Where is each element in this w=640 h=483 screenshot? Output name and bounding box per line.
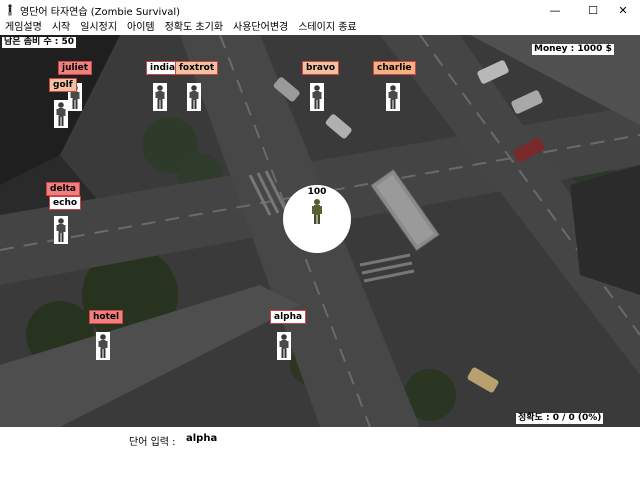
title-bar: 영단어 타자연습 (Zombie Survival) — ☐ ✕ (0, 0, 640, 20)
zombie-figure-icon (189, 85, 199, 109)
game-canvas: 남은 좀비 수 : 50 Money : 1000 $ 정확도 : 0 / 0 … (0, 35, 640, 427)
accuracy-display: 정확도 : 0 / 0 (0%) (516, 413, 604, 424)
zombie-sprite (277, 332, 291, 360)
zombie-sprite (310, 83, 324, 111)
zombie-figure-icon (388, 85, 398, 109)
maximize-icon: ☐ (588, 3, 598, 17)
zombie-word-label: charlie (373, 61, 416, 75)
menu-item-change-words[interactable]: 사용단어변경 (228, 20, 293, 35)
window-title: 영단어 타자연습 (Zombie Survival) (20, 7, 181, 18)
zombie-word-label: echo (49, 196, 82, 210)
zombie-word-label: foxtrot (175, 61, 219, 75)
minimize-icon: — (549, 3, 561, 17)
remaining-zombies-counter: 남은 좀비 수 : 50 (2, 37, 77, 48)
zombie-sprite (187, 83, 201, 111)
player-base: 100 (283, 185, 351, 253)
zombie-word-label: delta (46, 182, 81, 196)
menu-item-end-stage[interactable]: 스테이지 종료 (293, 20, 361, 35)
zombie-word-label: hotel (89, 310, 124, 324)
zombie-figure-icon (98, 334, 108, 358)
zombie-figure-icon (155, 85, 165, 109)
zombie-figure-icon (56, 102, 66, 126)
word-input[interactable] (184, 431, 308, 445)
zombie-sprite (96, 332, 110, 360)
word-input-label: 단어 입력 : (129, 437, 176, 448)
menu-item-item[interactable]: 아이템 (122, 20, 160, 35)
zombie-word-label: juliet (58, 61, 93, 75)
soldier-icon (312, 199, 322, 224)
zombie-figure-icon (279, 334, 289, 358)
zombie-sprite (54, 216, 68, 244)
zombie-word-label: golf (49, 78, 77, 92)
minimize-button[interactable]: — (538, 0, 572, 20)
menu-item-pause[interactable]: 일시정지 (75, 20, 122, 35)
close-icon: ✕ (618, 3, 628, 17)
menu-item-start[interactable]: 시작 (47, 20, 75, 35)
player-hp: 100 (307, 187, 327, 197)
close-button[interactable]: ✕ (606, 0, 640, 20)
input-panel: 단어 입력 : (0, 427, 640, 483)
zombie-figure-icon (56, 218, 66, 242)
zombie-word-label: bravo (302, 61, 340, 75)
zombie-word-label: alpha (270, 310, 307, 324)
menu-bar: 게임설명 시작 일시정지 아이템 정확도 초기화 사용단어변경 스테이지 종료 (0, 20, 640, 35)
zombie-sprite (386, 83, 400, 111)
menu-item-reset-accuracy[interactable]: 정확도 초기화 (160, 20, 228, 35)
maximize-button[interactable]: ☐ (576, 0, 610, 20)
zombie-sprite (153, 83, 167, 111)
app-icon (8, 4, 12, 16)
zombie-sprite (54, 100, 68, 128)
menu-item-help[interactable]: 게임설명 (0, 20, 47, 35)
zombie-figure-icon (312, 85, 322, 109)
money-display: Money : 1000 $ (532, 44, 614, 55)
